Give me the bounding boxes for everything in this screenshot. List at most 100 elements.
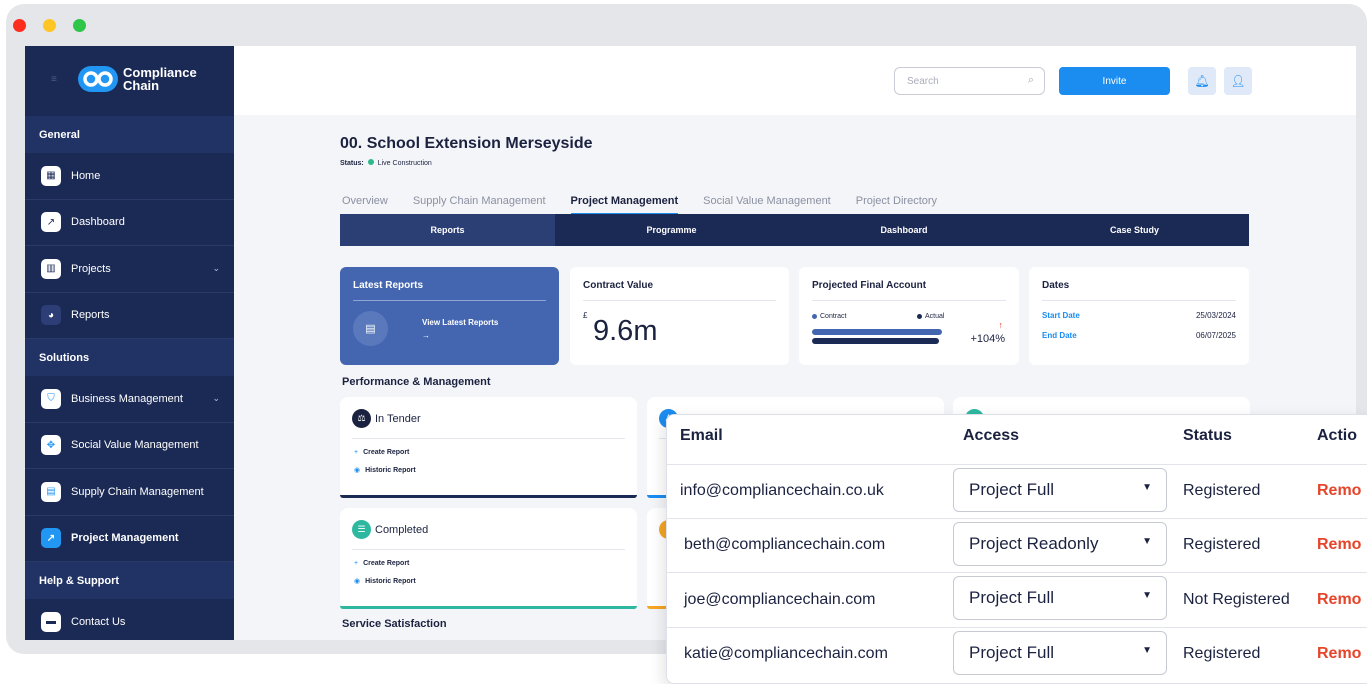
- end-date-row: End Date 06/07/2025: [1042, 331, 1236, 340]
- sidebar-item-projects[interactable]: ▥ Projects ⌄: [25, 246, 234, 293]
- plus-icon: +: [354, 449, 359, 456]
- brand-name: Compliance Chain: [123, 66, 197, 92]
- logo-icon: [78, 66, 118, 92]
- legend-actual: Actual: [917, 313, 944, 320]
- logo-area: ≡ Compliance Chain: [25, 46, 234, 116]
- sidebar-item-dashboard[interactable]: ↗ Dashboard: [25, 200, 234, 246]
- historic-report-link[interactable]: ◉ Historic Report: [354, 466, 416, 474]
- grid-icon: ▦: [41, 165, 61, 186]
- invite-button[interactable]: Invite: [1059, 67, 1170, 95]
- card-title: Dates: [1042, 280, 1070, 291]
- subtab-reports[interactable]: Reports: [340, 214, 555, 246]
- gavel-icon: ⚖: [352, 409, 371, 428]
- create-report-link[interactable]: + Create Report: [354, 449, 409, 456]
- tab-social-value-management[interactable]: Social Value Management: [703, 195, 831, 215]
- users-access-table: Email Access Status Actio info@complianc…: [666, 414, 1367, 684]
- historic-report-link[interactable]: ◉ Historic Report: [354, 577, 416, 585]
- access-dropdown[interactable]: Project Full ▼: [953, 576, 1167, 620]
- user-profile-icon[interactable]: 👤︎: [1224, 67, 1252, 95]
- window-maximize-button[interactable]: [73, 19, 86, 32]
- sidebar-item-label: Reports: [71, 309, 110, 322]
- sidebar-item-social-value-management[interactable]: ✥ Social Value Management: [25, 423, 234, 469]
- sidebar-item-contact-us[interactable]: ▬ Contact Us: [25, 599, 234, 640]
- search-icon: ⌕: [1027, 74, 1034, 86]
- currency-symbol: £: [583, 311, 588, 320]
- sidebar-item-supply-chain-management[interactable]: ▤ Supply Chain Management: [25, 469, 234, 516]
- legend-contract: Contract: [812, 313, 846, 320]
- sidebar-item-business-management[interactable]: ⛉ Business Management ⌄: [25, 376, 234, 423]
- card-accent-bar: [340, 606, 637, 609]
- card-title: Completed: [375, 524, 429, 536]
- chevron-down-icon[interactable]: ⌄: [212, 263, 220, 274]
- divider: [353, 300, 546, 301]
- card-accent-bar: [340, 495, 637, 498]
- create-report-link[interactable]: + Create Report: [354, 560, 409, 567]
- end-date-value: 06/07/2025: [1195, 331, 1236, 340]
- service-satisfaction-heading: Service Satisfaction: [342, 618, 447, 630]
- tab-project-directory[interactable]: Project Directory: [856, 195, 937, 215]
- remove-user-link[interactable]: Remo: [1317, 536, 1361, 554]
- checklist-icon: ☰: [352, 520, 371, 539]
- sidebar-section-solutions: Solutions: [25, 339, 234, 376]
- notifications-bell-icon[interactable]: 🔔︎: [1188, 67, 1216, 95]
- card-title: Contract Value: [583, 280, 654, 291]
- legend-label: Contract: [820, 313, 847, 320]
- tab-supply-chain-management[interactable]: Supply Chain Management: [413, 195, 546, 215]
- project-tabs: Overview Supply Chain Management Project…: [342, 195, 962, 215]
- projected-final-account-card: Projected Final Account Contract Actual …: [799, 267, 1019, 365]
- sidebar-item-project-management[interactable]: ↗ Project Management: [25, 516, 234, 562]
- completed-card: ☰ Completed + Create Report ◉ Historic Rep…: [340, 508, 637, 609]
- divider: [352, 549, 625, 550]
- caret-down-icon: ▼: [1142, 590, 1152, 601]
- window-minimize-button[interactable]: [43, 19, 56, 32]
- user-email: info@compliancechain.co.uk: [680, 482, 884, 499]
- tab-project-management[interactable]: Project Management: [570, 195, 679, 215]
- subtab-case-study[interactable]: Case Study: [1020, 214, 1249, 246]
- sidebar-item-label: Business Management: [71, 392, 183, 405]
- user-email: katie@compliancechain.com: [684, 645, 888, 662]
- divider: [812, 300, 1006, 301]
- search-input[interactable]: Search ⌕: [894, 67, 1045, 95]
- access-dropdown[interactable]: Project Full ▼: [953, 631, 1167, 675]
- caret-down-icon: ▼: [1142, 536, 1152, 547]
- remove-user-link[interactable]: Remo: [1317, 591, 1361, 609]
- project-icon: ↗: [41, 528, 61, 549]
- card-title: Projected Final Account: [812, 280, 927, 291]
- handshake-icon: ✥: [41, 435, 61, 456]
- contract-value-card: Contract Value £ 9.6m: [570, 267, 789, 365]
- menu-icon[interactable]: ≡: [51, 74, 59, 85]
- link-label: Create Report: [363, 449, 410, 456]
- chevron-down-icon[interactable]: ⌄: [212, 393, 220, 404]
- percent-change: +104%: [970, 333, 1005, 345]
- divider: [1042, 300, 1236, 301]
- window-close-button[interactable]: [13, 19, 26, 32]
- access-dropdown[interactable]: Project Readonly ▼: [953, 522, 1167, 566]
- view-latest-reports-link[interactable]: View Latest Reports →: [422, 316, 498, 342]
- latest-reports-card[interactable]: Latest Reports ▤ View Latest Reports →: [340, 267, 559, 365]
- remove-user-link[interactable]: Remo: [1317, 482, 1361, 500]
- user-email: joe@compliancechain.com: [684, 591, 876, 608]
- card-title: Latest Reports: [353, 280, 424, 291]
- user-status: Registered: [1183, 482, 1261, 499]
- start-date-row: Start Date 25/03/2024: [1042, 311, 1236, 320]
- card-title: In Tender: [375, 413, 421, 425]
- brand-line2: Chain: [123, 78, 160, 93]
- column-header-actions: Actio: [1317, 427, 1357, 444]
- link-label: Create Report: [363, 560, 410, 567]
- tab-overview[interactable]: Overview: [342, 195, 388, 215]
- sidebar-item-label: Projects: [71, 262, 111, 275]
- access-dropdown[interactable]: Project Full ▼: [953, 468, 1167, 512]
- sidebar-item-reports[interactable]: ◕ Reports: [25, 293, 234, 339]
- column-header-status: Status: [1183, 427, 1232, 444]
- report-icon: ▤: [353, 311, 388, 346]
- pie-chart-icon: ◕: [41, 305, 61, 326]
- link-label: Historic Report: [365, 467, 416, 474]
- sidebar-item-home[interactable]: ▦ Home: [25, 153, 234, 200]
- remove-user-link[interactable]: Remo: [1317, 645, 1361, 663]
- sidebar-item-label: Home: [71, 169, 101, 182]
- subtab-dashboard[interactable]: Dashboard: [788, 214, 1020, 246]
- divider: [352, 438, 625, 439]
- in-tender-card: ⚖ In Tender + Create Report ◉ Historic Rep…: [340, 397, 637, 498]
- subtab-programme[interactable]: Programme: [555, 214, 788, 246]
- arrow-up-icon: ↑: [998, 320, 1004, 330]
